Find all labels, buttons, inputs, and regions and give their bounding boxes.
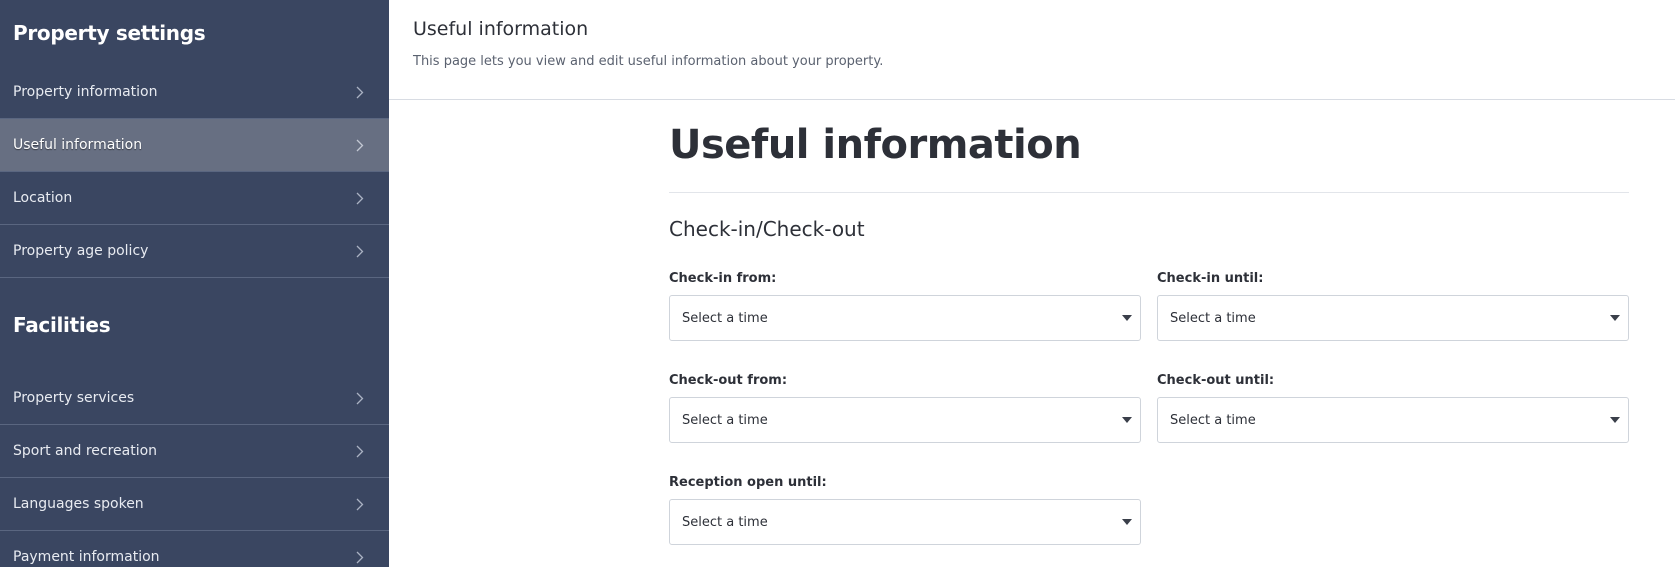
sidebar-section-title-facilities: Facilities xyxy=(13,313,111,337)
chevron-right-icon xyxy=(353,85,367,99)
sidebar-item-location[interactable]: Location xyxy=(0,172,389,225)
sidebar-item-label: Location xyxy=(13,190,73,206)
checkout-until-select[interactable]: Select a time xyxy=(1157,397,1629,443)
sidebar-item-label: Property information xyxy=(13,84,158,100)
chevron-right-icon xyxy=(353,138,367,152)
field-reception-open-until: Reception open until: Select a time xyxy=(669,475,1141,545)
field-row-reception: Reception open until: Select a time xyxy=(669,475,1629,545)
chevron-right-icon xyxy=(353,191,367,205)
field-checkout-from: Check-out from: Select a time xyxy=(669,373,1141,443)
sidebar-item-label: Sport and recreation xyxy=(13,443,158,459)
select-value: Select a time xyxy=(682,412,768,428)
sidebar-item-label: Payment information xyxy=(13,549,160,565)
field-label: Check-out until: xyxy=(1157,373,1275,388)
field-label: Check-in until: xyxy=(1157,271,1264,286)
chevron-right-icon xyxy=(353,497,367,511)
sidebar-item-useful-information[interactable]: Useful information xyxy=(0,119,389,172)
app-layout: Property settings Property information U… xyxy=(0,0,1675,567)
field-label: Reception open until: xyxy=(669,475,827,490)
reception-open-until-select[interactable]: Select a time xyxy=(669,499,1141,545)
sidebar-item-languages-spoken[interactable]: Languages spoken xyxy=(0,478,389,531)
caret-down-icon xyxy=(1610,315,1620,321)
checkin-until-select[interactable]: Select a time xyxy=(1157,295,1629,341)
page-header: Useful information This page lets you vi… xyxy=(389,0,1675,100)
sidebar-item-label: Property age policy xyxy=(13,243,149,259)
sidebar: Property settings Property information U… xyxy=(0,0,389,567)
select-value: Select a time xyxy=(1170,412,1256,428)
field-label: Check-in from: xyxy=(669,271,777,286)
sidebar-section-title-property-settings: Property settings xyxy=(13,21,206,45)
sidebar-item-payment-information[interactable]: Payment information xyxy=(0,531,389,567)
sidebar-item-label: Languages spoken xyxy=(13,496,144,512)
field-row-checkin: Check-in from: Select a time Check-in un… xyxy=(669,271,1629,341)
chevron-right-icon xyxy=(353,444,367,458)
field-row-checkout: Check-out from: Select a time Check-out … xyxy=(669,373,1629,443)
field-checkin-until: Check-in until: Select a time xyxy=(1157,271,1629,341)
sidebar-item-property-services[interactable]: Property services xyxy=(0,372,389,425)
sidebar-item-sport-and-recreation[interactable]: Sport and recreation xyxy=(0,425,389,478)
chevron-right-icon xyxy=(353,550,367,564)
field-checkin-from: Check-in from: Select a time xyxy=(669,271,1141,341)
sidebar-item-label: Property services xyxy=(13,390,135,406)
sidebar-item-property-information[interactable]: Property information xyxy=(0,66,389,119)
page-header-description: This page lets you view and edit useful … xyxy=(413,54,884,69)
caret-down-icon xyxy=(1122,417,1132,423)
useful-information-form: Useful information Check-in/Check-out Ch… xyxy=(669,100,1629,545)
page-title: Useful information xyxy=(669,122,1629,193)
select-value: Select a time xyxy=(682,310,768,326)
page-header-title: Useful information xyxy=(413,18,589,40)
main-content: Useful information This page lets you vi… xyxy=(389,0,1675,567)
chevron-right-icon xyxy=(353,391,367,405)
sidebar-item-property-age-policy[interactable]: Property age policy xyxy=(0,225,389,278)
checkout-from-select[interactable]: Select a time xyxy=(669,397,1141,443)
checkin-from-select[interactable]: Select a time xyxy=(669,295,1141,341)
caret-down-icon xyxy=(1122,315,1132,321)
section-title-checkin-checkout: Check-in/Check-out xyxy=(669,217,865,241)
select-value: Select a time xyxy=(1170,310,1256,326)
field-checkout-until: Check-out until: Select a time xyxy=(1157,373,1629,443)
caret-down-icon xyxy=(1610,417,1620,423)
caret-down-icon xyxy=(1122,519,1132,525)
sidebar-item-label: Useful information xyxy=(13,137,143,153)
chevron-right-icon xyxy=(353,244,367,258)
field-label: Check-out from: xyxy=(669,373,788,388)
select-value: Select a time xyxy=(682,514,768,530)
